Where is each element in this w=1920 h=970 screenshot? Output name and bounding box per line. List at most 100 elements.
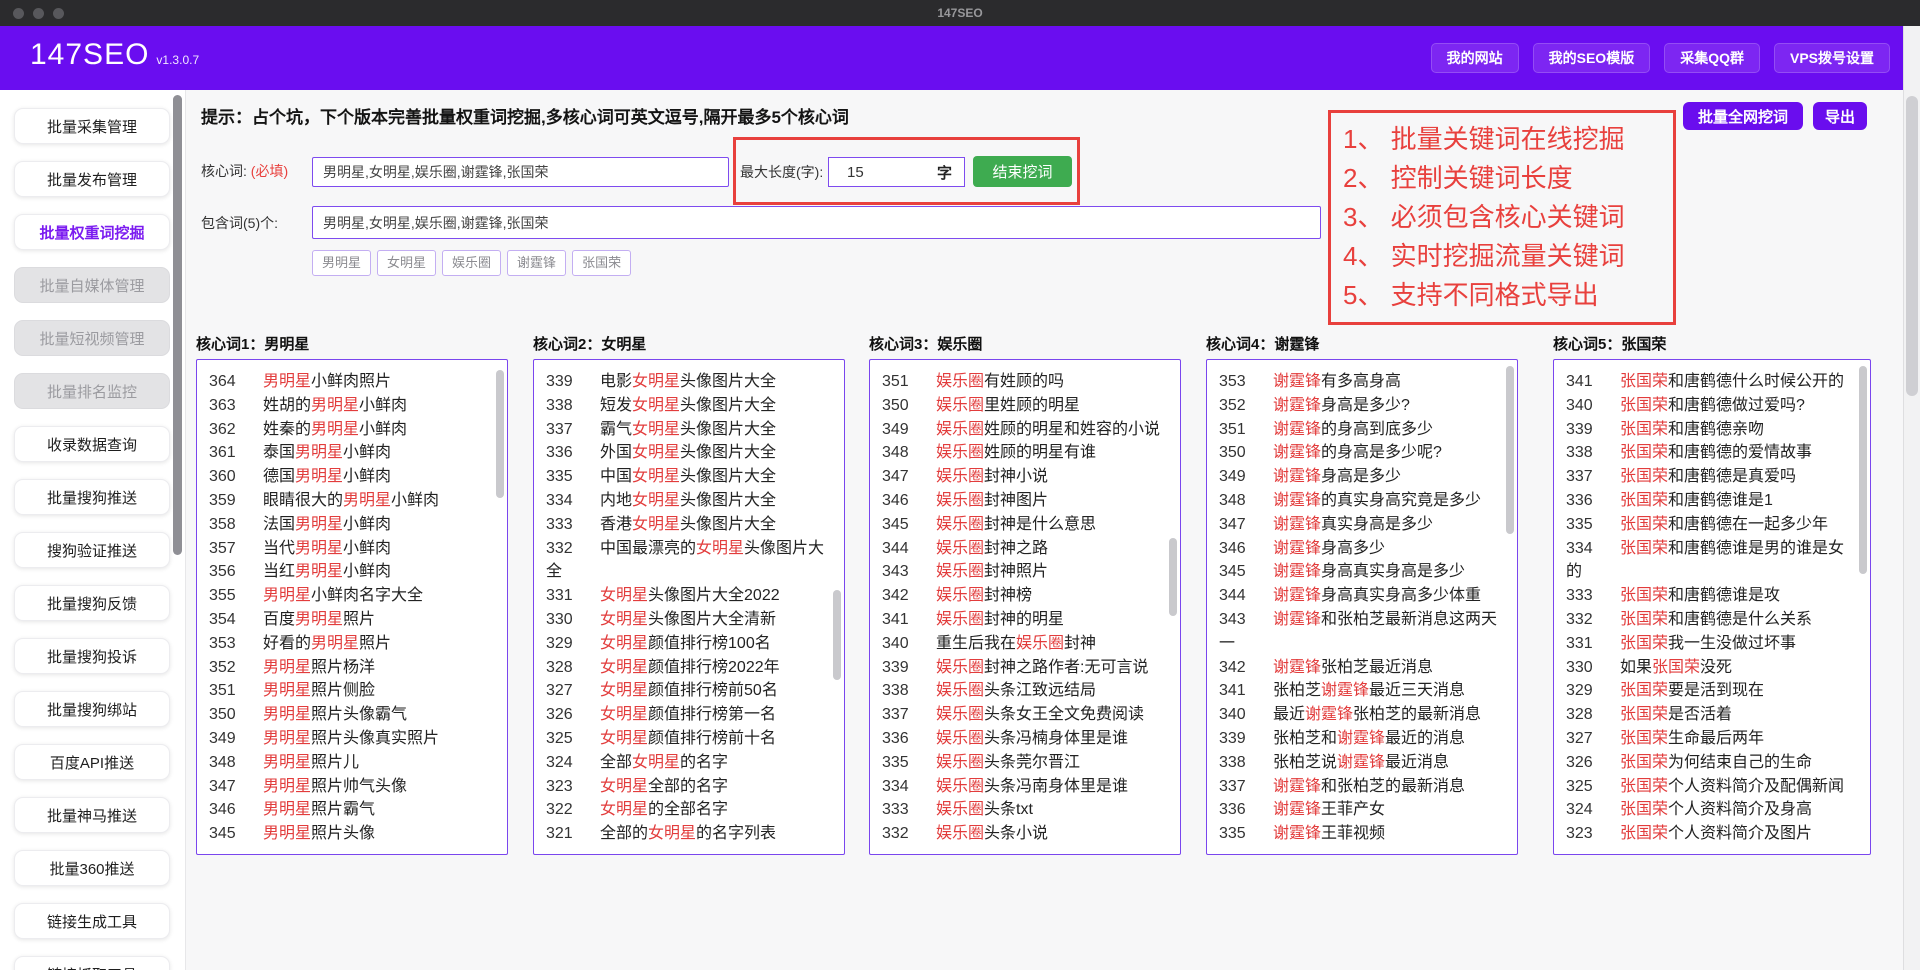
list-scrollbar-thumb[interactable] [1859,366,1867,574]
row-number: 351 [882,370,936,394]
sidebar-item[interactable]: 搜狗验证推送 [14,532,170,568]
keyword-row: 348男明星照片儿 [197,751,507,775]
row-keyword: 谢霆锋 [1305,706,1353,723]
nav-button[interactable]: 我的SEO模版 [1533,43,1651,73]
keyword-tag[interactable]: 娱乐圈 [442,250,501,276]
row-keyword: 男明星 [263,754,311,771]
keyword-row: 328张国荣是否活着 [1554,703,1870,727]
sidebar-item[interactable]: 批量搜狗绑站 [14,691,170,727]
keyword-column: 核心词3：娱乐圈351娱乐圈有姓顾的吗350娱乐圈里姓顾的明星349娱乐圈姓顾的… [869,333,1181,855]
sidebar-item[interactable]: 链接抓取工具 [14,956,170,970]
list-scrollbar-thumb[interactable] [496,370,504,498]
max-length-unit: 字 [937,162,964,183]
max-length-input[interactable] [829,164,937,181]
finish-mining-button[interactable]: 结束挖词 [973,156,1072,187]
list-scrollbar-thumb[interactable] [833,590,841,680]
row-keyword: 女明星 [632,397,680,414]
list-scrollbar-thumb[interactable] [1506,366,1514,534]
batch-mine-all-button[interactable]: 批量全网挖词 [1683,102,1803,130]
row-number: 350 [1219,441,1273,465]
keyword-list: 339电影女明星头像图片大全338短发女明星头像图片大全337霸气女明星头像图片… [533,359,845,855]
row-number: 321 [546,822,600,846]
row-number: 335 [882,751,936,775]
row-number: 356 [209,560,263,584]
sidebar-item[interactable]: 批量360推送 [14,850,170,886]
row-keyword: 女明星 [600,635,648,652]
keyword-row: 330女明星头像图片大全清新 [534,608,844,632]
sidebar-item[interactable]: 批量搜狗投诉 [14,638,170,674]
include-words-label: 包含词(5)个: [201,213,278,233]
row-number: 336 [546,441,600,465]
keyword-row: 347娱乐圈封神小说 [870,465,1180,489]
row-number: 336 [882,727,936,751]
row-keyword: 女明星 [648,825,696,842]
row-number: 351 [209,679,263,703]
window-title: 147SEO [0,0,1920,26]
window-titlebar: 147SEO [0,0,1920,26]
row-keyword: 男明星 [343,492,391,509]
annotation-line: 5、 支持不同格式导出 [1343,276,1661,315]
row-keyword: 娱乐圈 [936,754,984,771]
row-keyword: 男明星 [263,801,311,818]
page-scrollbar-thumb[interactable] [1906,96,1918,396]
row-number: 339 [546,370,600,394]
sidebar-item[interactable]: 批量采集管理 [14,108,170,144]
row-keyword: 张国荣 [1620,421,1668,438]
include-words-input[interactable] [312,206,1321,239]
keyword-tag[interactable]: 谢霆锋 [507,250,566,276]
row-number: 330 [546,608,600,632]
keyword-tag[interactable]: 男明星 [312,250,371,276]
row-keyword: 娱乐圈 [936,563,984,580]
nav-button[interactable]: 采集QQ群 [1664,43,1760,73]
sidebar-item[interactable]: 批量搜狗反馈 [14,585,170,621]
sidebar-item[interactable]: 批量搜狗推送 [14,479,170,515]
sidebar-item[interactable]: 批量权重词挖掘 [14,214,170,250]
row-number: 348 [209,751,263,775]
keyword-row: 326女明星颜值排行榜第一名 [534,703,844,727]
keyword-row: 347男明星照片帅气头像 [197,775,507,799]
keyword-row: 344娱乐圈封神之路 [870,537,1180,561]
keyword-tag[interactable]: 女明星 [377,250,436,276]
row-keyword: 谢霆锋 [1273,492,1321,509]
row-keyword: 谢霆锋 [1337,754,1385,771]
row-number: 348 [882,441,936,465]
row-keyword: 娱乐圈 [936,421,984,438]
sidebar-item[interactable]: 收录数据查询 [14,426,170,462]
row-number: 364 [209,370,263,394]
nav-button[interactable]: VPS拨号设置 [1774,43,1890,73]
row-keyword: 男明星 [263,706,311,723]
max-length-field: 字 [828,157,965,187]
row-number: 332 [1566,608,1620,632]
sidebar-scrollbar-thumb[interactable] [173,95,182,555]
keyword-row: 326张国荣为何结束自己的生命 [1554,751,1870,775]
sidebar-item[interactable]: 链接生成工具 [14,903,170,939]
row-number: 335 [546,465,600,489]
core-words-input[interactable] [312,157,729,187]
row-number: 350 [209,703,263,727]
keyword-row: 327张国荣生命最后两年 [1554,727,1870,751]
sidebar-item[interactable]: 批量神马推送 [14,797,170,833]
row-keyword: 女明星 [600,778,648,795]
keyword-row: 360德国男明星小鲜肉 [197,465,507,489]
row-number: 345 [209,822,263,846]
row-number: 335 [1219,822,1273,846]
row-number: 342 [1219,656,1273,680]
export-button[interactable]: 导出 [1813,102,1867,130]
keyword-row: 324全部女明星的名字 [534,751,844,775]
row-keyword: 男明星 [295,444,343,461]
row-keyword: 男明星 [295,540,343,557]
list-scrollbar-thumb[interactable] [1169,538,1177,616]
sidebar-item[interactable]: 批量发布管理 [14,161,170,197]
sidebar-item[interactable]: 百度API推送 [14,744,170,780]
keyword-row: 357当代男明星小鲜肉 [197,537,507,561]
annotation-box: 1、 批量关键词在线挖掘 2、 控制关键词长度 3、 必须包含核心关键词 4、 … [1328,110,1676,325]
row-keyword: 娱乐圈 [936,373,984,390]
keyword-row: 337霸气女明星头像图片大全 [534,418,844,442]
sidebar: 批量采集管理 批量发布管理 批量权重词挖掘 批量自媒体管理 批量短视频管理 批量… [0,90,186,970]
row-number: 330 [1566,656,1620,680]
nav-button[interactable]: 我的网站 [1431,43,1519,73]
keyword-row: 351娱乐圈有姓顾的吗 [870,370,1180,394]
keyword-tag[interactable]: 张国荣 [572,250,631,276]
row-number: 359 [209,489,263,513]
row-keyword: 张国荣 [1620,540,1668,557]
